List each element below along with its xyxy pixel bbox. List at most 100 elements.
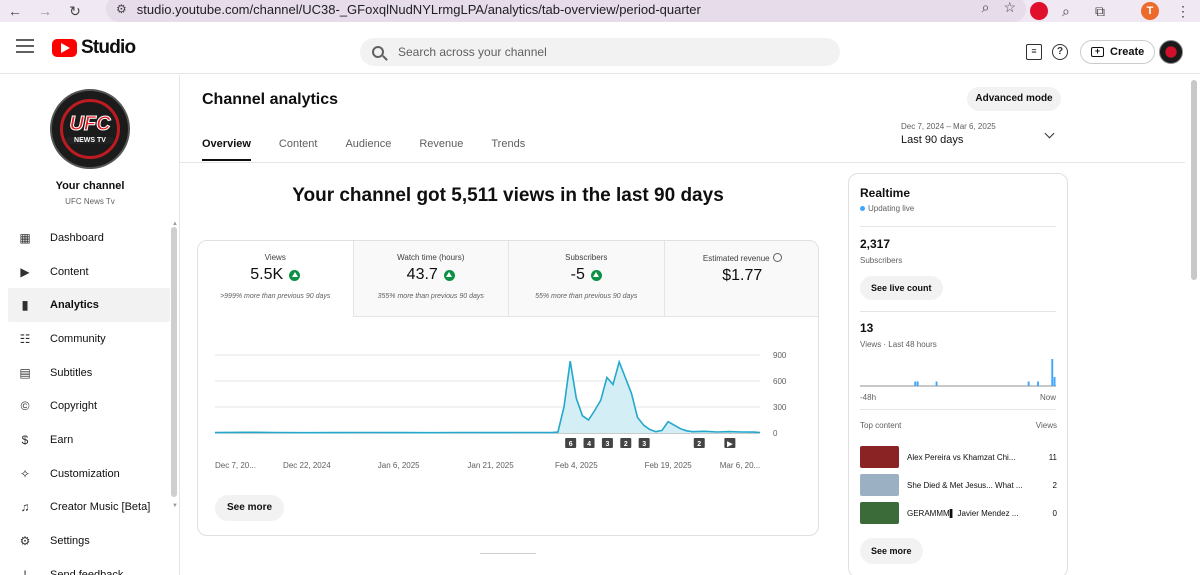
trend-up-icon [289, 269, 301, 281]
divider [860, 409, 1056, 410]
tab-overview[interactable]: Overview [202, 127, 251, 161]
x-tick-label: Dec 7, 20... [215, 461, 256, 470]
top-content-row[interactable]: Alex Pereira vs Khamzat Chi... 11 [860, 445, 1057, 469]
menu-icon[interactable] [16, 39, 34, 53]
tab-content[interactable]: Content [279, 127, 318, 161]
live-dot-icon [860, 206, 865, 211]
forward-icon[interactable]: → [30, 3, 60, 19]
community-icon: ☷ [19, 331, 31, 346]
realtime-views-chart[interactable] [860, 354, 1056, 388]
views-column-label: Views [1035, 421, 1057, 430]
metric-value-text: -5 [570, 266, 585, 283]
sidebar-item-feedback[interactable]: ! Send feedback [8, 558, 170, 575]
creator-music-icon: ♫ [20, 500, 30, 515]
see-more-button[interactable]: See more [215, 495, 285, 521]
create-button[interactable]: + Create [1080, 40, 1156, 64]
metric-tab-watch[interactable]: Watch time (hours) 43.7 355% more than pre… [353, 241, 509, 317]
sidebar-item-earn[interactable]: $ Earn [8, 423, 170, 457]
metric-value: -5 [509, 266, 664, 284]
extensions-puzzle-icon[interactable]: ⧉ [1095, 0, 1105, 22]
realtime-subscribers: 2,317 [860, 237, 891, 251]
realtime-axis-end: Now [1040, 393, 1057, 402]
account-avatar[interactable] [1159, 40, 1183, 64]
logo-text: Studio [81, 37, 136, 58]
search-bar[interactable] [360, 38, 840, 66]
realtime-see-more-button[interactable]: See more [860, 538, 923, 564]
bookmark-star-icon[interactable]: ☆ [1003, 0, 1016, 16]
reload-icon[interactable]: ↻ [60, 3, 90, 20]
browser-menu-icon[interactable]: ⋮ [1176, 0, 1190, 22]
sidebar-item-creator-music[interactable]: ♫ Creator Music [Beta] [8, 491, 170, 525]
sidebar-scrollbar[interactable] [171, 227, 177, 497]
address-bar[interactable]: ⚙ studio.youtube.com/channel/UC38-_GFoxq… [106, 0, 1026, 22]
views-chart[interactable]: 0 300 600 900 6 4 3 2 3 2 ▶ Dec 7, 20... Dec 22, 202… [198, 317, 819, 477]
tab-trends[interactable]: Trends [491, 127, 525, 161]
feedback-icon: ! [23, 567, 27, 575]
site-info-icon[interactable]: ⚙ [116, 2, 127, 16]
metric-label-text: Subscribers [565, 253, 608, 262]
see-live-count-button[interactable]: See live count [860, 276, 943, 300]
sidebar-item-label: Customization [50, 467, 120, 480]
metric-label: Subscribers [509, 253, 664, 262]
marker-count: 6 [569, 441, 573, 448]
metric-value-text: 5.5K [250, 266, 284, 283]
video-views: 2 [1052, 480, 1057, 490]
extension-icon[interactable] [1030, 2, 1048, 20]
sidebar-item-customization[interactable]: ✧ Customization [8, 457, 170, 491]
sidebar-item-dashboard[interactable]: ▦ Dashboard [8, 221, 170, 255]
help-icon[interactable]: ? [1052, 44, 1068, 60]
top-content-row[interactable]: GERAMMM▌ Javier Mendez ... 0 [860, 501, 1057, 525]
search-input[interactable] [398, 45, 798, 59]
metric-label-text: Estimated revenue [702, 254, 770, 263]
realtime-subscribers-label: Subscribers [860, 256, 903, 265]
metric-tabs: Views 5.5K >999% more than previous 90 day… [198, 241, 818, 317]
period-range: Dec 7, 2024 – Mar 6, 2025 [901, 122, 996, 131]
search-icon [372, 46, 384, 58]
sidebar-item-label: Community [50, 332, 106, 345]
realtime-axis-start: -48h [860, 393, 877, 402]
page-scrollbar[interactable] [1191, 80, 1197, 280]
messages-icon[interactable]: ≡ [1026, 44, 1042, 60]
metric-tab-subscribers[interactable]: Subscribers -5 55% more than previous 90 d… [509, 241, 665, 317]
metric-value-text: $1.77 [722, 267, 763, 284]
sidebar-item-subtitles[interactable]: ▤ Subtitles [8, 356, 170, 390]
realtime-card: Realtime Updating live 2,317 Subscribers… [848, 173, 1068, 575]
realtime-bar [1027, 381, 1030, 386]
advanced-mode-button[interactable]: Advanced mode [967, 87, 1061, 111]
realtime-bar [1053, 377, 1056, 386]
tab-audience[interactable]: Audience [345, 127, 391, 161]
x-tick-label: Jan 21, 2025 [467, 461, 514, 470]
metric-tab-views[interactable]: Views 5.5K >999% more than previous 90 day… [198, 241, 354, 317]
top-content-row[interactable]: She Died & Met Jesus... What ... 2 [860, 473, 1057, 497]
divider [480, 553, 536, 554]
sidebar-item-content[interactable]: ▶ Content [8, 255, 170, 289]
scroll-down-icon[interactable]: ▼ [172, 503, 178, 509]
sidebar-item-label: Subtitles [50, 366, 93, 379]
period-selector[interactable]: Dec 7, 2024 – Mar 6, 2025 Last 90 days [901, 122, 1055, 146]
back-icon[interactable]: ← [0, 3, 30, 19]
sidebar-item-copyright[interactable]: © Copyright [8, 389, 170, 423]
sidebar-item-label: Analytics [50, 299, 99, 312]
analytics-tabs: Overview Content Audience Revenue Trends [202, 127, 553, 161]
search-extension-icon[interactable]: ⌕ [1062, 0, 1070, 22]
zoom-icon[interactable]: ⌕ [982, 0, 990, 16]
marker-count: 2 [697, 441, 701, 448]
sidebar-item-settings[interactable]: ⚙ Settings [8, 524, 170, 558]
settings-icon: ⚙ [19, 534, 31, 549]
metric-value: 43.7 [354, 266, 509, 284]
chevron-down-icon [1044, 128, 1055, 139]
metric-value: 5.5K [198, 266, 353, 284]
sidebar-item-community[interactable]: ☷ Community [8, 322, 170, 356]
scroll-up-icon[interactable]: ▲ [172, 221, 178, 227]
marker-count: 2 [624, 441, 628, 448]
studio-logo[interactable]: Studio [52, 37, 136, 59]
profile-avatar[interactable]: T [1141, 2, 1159, 20]
metric-label-text: Watch time (hours) [397, 253, 465, 262]
divider [860, 311, 1056, 312]
sidebar-item-label: Send feedback [50, 568, 124, 575]
realtime-bar [914, 381, 917, 386]
metric-tab-estimated[interactable]: Estimated revenue $1.77 [664, 241, 818, 317]
sidebar-item-analytics[interactable]: ▮ Analytics [8, 288, 170, 323]
tab-revenue[interactable]: Revenue [419, 127, 463, 161]
channel-avatar[interactable]: UFC NEWS TV [50, 89, 130, 169]
